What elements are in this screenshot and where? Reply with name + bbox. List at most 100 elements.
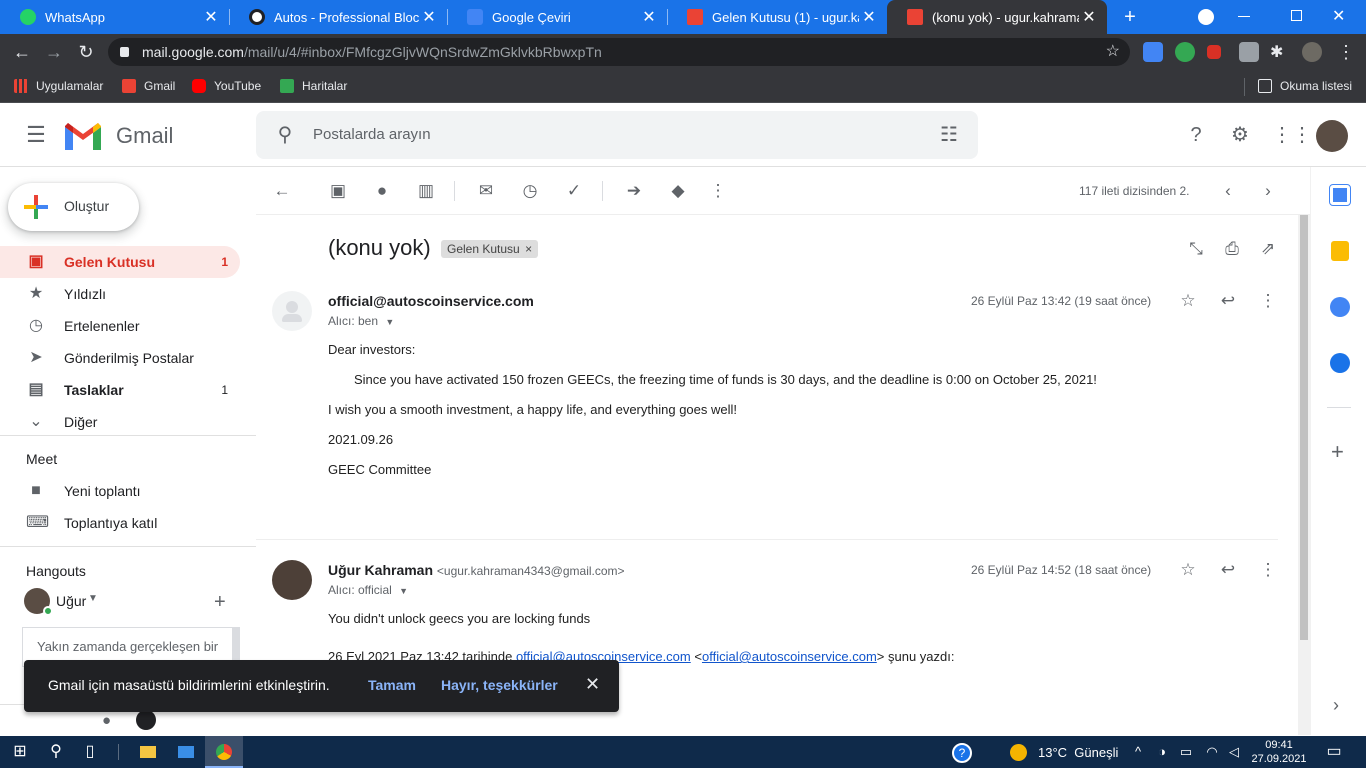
star-icon[interactable]: ☆	[1178, 560, 1198, 580]
report-spam-icon[interactable]: ●	[372, 181, 392, 201]
archive-icon[interactable]: ▣	[328, 181, 348, 201]
remove-label-icon[interactable]: ×	[525, 242, 532, 256]
star-icon[interactable]: ☆	[1178, 291, 1198, 311]
sidebar-item-sent[interactable]: ➤ Gönderilmiş Postalar	[0, 342, 240, 374]
bookmark-gmail[interactable]: Gmail	[122, 77, 175, 95]
back-icon[interactable]: ←	[10, 40, 34, 64]
sidebar-item-inbox[interactable]: ▣ Gelen Kutusu 1	[0, 246, 240, 278]
task-view-icon[interactable]: ▯	[78, 740, 102, 764]
tabs-extension-icon[interactable]	[1239, 42, 1259, 62]
avatar[interactable]	[1316, 120, 1348, 152]
calendar-icon[interactable]	[1329, 184, 1351, 206]
bookmark-maps[interactable]: Haritalar	[280, 77, 347, 95]
collapse-all-icon[interactable]: ⤡	[1186, 239, 1206, 259]
windows-start-icon[interactable]: ⊞	[8, 740, 32, 764]
keep-icon[interactable]	[1331, 241, 1349, 261]
toast-ok-button[interactable]: Tamam	[368, 677, 416, 693]
sender-name[interactable]: official@autoscoinservice.com	[328, 293, 534, 309]
meet-new-meeting[interactable]: ■ Yeni toplantı	[0, 475, 240, 507]
gmail-logo-icon[interactable]	[65, 123, 101, 150]
older-chevron-icon[interactable]: ›	[1258, 181, 1278, 201]
more-options-icon[interactable]: ⋮	[1258, 560, 1278, 580]
puzzle-icon[interactable]: ✱	[1270, 42, 1290, 62]
notifications-icon[interactable]: ▭	[1322, 740, 1346, 764]
reply-icon[interactable]: ↩	[1218, 291, 1238, 311]
tray-app-icon[interactable]: ◑	[1150, 740, 1174, 764]
bookmark-star-icon[interactable]: ☆	[1106, 38, 1120, 66]
more-options-icon[interactable]: ⋮	[708, 181, 728, 201]
profile-avatar[interactable]	[1302, 42, 1322, 62]
sidebar-item-more[interactable]: ⌄ Diğer	[0, 406, 240, 438]
close-tab-icon[interactable]: ✕	[639, 7, 659, 27]
move-to-icon[interactable]: ➔	[624, 181, 644, 201]
settings-gear-icon[interactable]: ⚙	[1228, 123, 1252, 147]
label-icon[interactable]: ◆	[668, 181, 688, 201]
file-explorer-icon[interactable]	[136, 740, 160, 764]
delete-icon[interactable]: ▥	[416, 181, 436, 201]
tab-gmail-inbox[interactable]: Gelen Kutusu (1) - ugur.kahra ✕	[667, 0, 887, 34]
restore-button[interactable]	[1291, 10, 1302, 21]
scrollbar-thumb[interactable]	[1300, 215, 1308, 640]
tray-chevron-icon[interactable]: ^	[1126, 740, 1150, 764]
reload-icon[interactable]: ↻	[74, 40, 98, 64]
bookmark-youtube[interactable]: YouTube	[192, 77, 261, 95]
clock[interactable]: 09:41 27.09.2021	[1250, 738, 1308, 766]
sidebar-item-snoozed[interactable]: ◷ Ertelenenler	[0, 310, 240, 342]
reading-list[interactable]: Okuma listesi	[1258, 77, 1352, 95]
translate-extension-icon[interactable]	[1143, 42, 1163, 62]
email-link[interactable]: official@autoscoinservice.com	[702, 649, 877, 664]
close-tab-icon[interactable]: ✕	[201, 7, 221, 27]
volume-icon[interactable]: ◁	[1222, 740, 1246, 764]
print-icon[interactable]: ⎙	[1222, 239, 1242, 259]
contacts-icon[interactable]: ●	[102, 712, 111, 729]
tab-gmail-message[interactable]: (konu yok) - ugur.kahraman4 ✕	[887, 0, 1107, 34]
browser-menu-icon[interactable]: ⋮	[1334, 40, 1358, 64]
scrollbar[interactable]	[1298, 215, 1310, 735]
main-menu-icon[interactable]: ☰	[24, 123, 48, 147]
sender-name[interactable]: Uğur Kahraman <ugur.kahraman4343@gmail.c…	[328, 562, 625, 578]
close-icon[interactable]: ✕	[585, 674, 600, 695]
reply-icon[interactable]: ↩	[1218, 560, 1238, 580]
newer-chevron-icon[interactable]: ‹	[1218, 181, 1238, 201]
address-bar[interactable]: mail.google.com/mail/u/4/#inbox/FMfcgzGl…	[108, 38, 1130, 66]
expand-panel-icon[interactable]: ›	[1333, 695, 1339, 716]
battery-icon[interactable]: ▭	[1174, 740, 1198, 764]
tab-whatsapp[interactable]: WhatsApp ✕	[0, 0, 229, 34]
new-tab-button[interactable]: +	[1118, 5, 1142, 29]
help-icon[interactable]: ?	[1184, 123, 1208, 147]
close-tab-icon[interactable]: ✕	[859, 7, 879, 27]
search-bar[interactable]: ⚲ Postalarda arayın ☷	[256, 111, 978, 159]
wifi-icon[interactable]: ◠	[1200, 740, 1224, 764]
compose-button[interactable]: Oluştur	[8, 183, 139, 231]
bookmark-apps[interactable]: Uygulamalar	[14, 77, 103, 95]
close-window-button[interactable]: ✕	[1332, 6, 1345, 26]
back-to-inbox-icon[interactable]: ←	[272, 181, 292, 201]
open-new-window-icon[interactable]: ⇗	[1258, 239, 1278, 259]
search-input[interactable]: Postalarda arayın	[313, 126, 431, 143]
help-icon[interactable]: ?	[952, 743, 972, 763]
label-chip[interactable]: Gelen Kutusu ×	[441, 240, 539, 258]
weather-text[interactable]: 13°C Güneşli	[1038, 745, 1118, 760]
minimize-button[interactable]	[1238, 16, 1250, 17]
search-options-icon[interactable]: ☷	[937, 123, 961, 147]
tab-google-translate[interactable]: Google Çeviri ✕	[447, 0, 667, 34]
meet-join-meeting[interactable]: ⌨ Toplantıya katıl	[0, 507, 240, 539]
close-tab-icon[interactable]: ✕	[419, 7, 439, 27]
snooze-icon[interactable]: ◷	[520, 181, 540, 201]
shield-extension-icon[interactable]	[1175, 42, 1195, 62]
search-icon[interactable]: ⚲	[44, 740, 68, 764]
close-tab-icon[interactable]: ✕	[1079, 7, 1099, 27]
toast-dismiss-button[interactable]: Hayır, teşekkürler	[441, 677, 558, 693]
more-options-icon[interactable]: ⋮	[1258, 291, 1278, 311]
tasks-icon[interactable]	[1330, 297, 1350, 317]
add-hangout-icon[interactable]: +	[214, 591, 226, 614]
recipient-line[interactable]: Alıcı: ben ▼	[328, 314, 394, 328]
add-task-icon[interactable]: ✓	[564, 181, 584, 201]
chat-bubble-icon[interactable]	[136, 710, 156, 730]
apps-grid-icon[interactable]: ⋮⋮	[1272, 123, 1312, 147]
hangouts-user[interactable]: Uğur ▼	[24, 588, 214, 616]
mark-unread-icon[interactable]: ✉	[476, 181, 496, 201]
contacts-icon[interactable]	[1330, 353, 1350, 373]
key-extension-icon[interactable]	[1207, 45, 1221, 59]
recipient-line[interactable]: Alıcı: official ▼	[328, 583, 408, 597]
